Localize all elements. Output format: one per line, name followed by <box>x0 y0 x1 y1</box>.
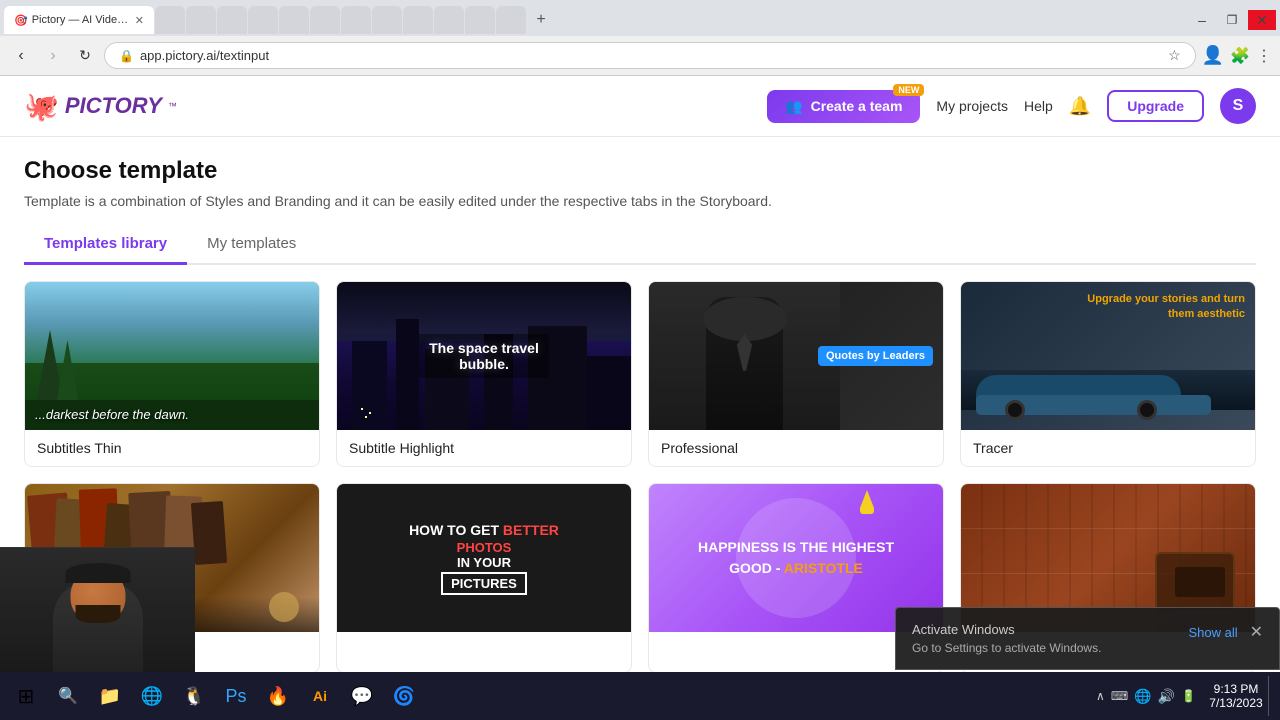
tab-my-templates[interactable]: My templates <box>187 225 316 263</box>
taskbar: ⊞ 🔍 📁 🌐 🐧 Ps 🔥 Ai 💬 🌀 ∧ ⌨ 🌐 🔊 🔋 9:13 PM … <box>0 672 1280 720</box>
win-notification-title: Activate Windows <box>912 622 1101 637</box>
tab-other-4[interactable] <box>248 6 278 34</box>
new-badge: NEW <box>893 84 924 96</box>
profile-icon[interactable]: 👤 <box>1202 45 1224 66</box>
template-label-subtitle-highlight: Subtitle Highlight <box>337 430 631 466</box>
url-text: app.pictory.ai/textinput <box>140 48 269 63</box>
template-thumb-subtitles-thin: ...darkest before the dawn. <box>25 282 319 430</box>
template-tabs: Templates library My templates <box>24 225 1256 265</box>
lock-icon: 🔒 <box>119 49 134 63</box>
reload-button[interactable]: ↻ <box>72 43 98 69</box>
tab-other-2[interactable] <box>186 6 216 34</box>
template-thumb-professional: Quotes by Leaders <box>649 282 943 430</box>
create-team-button[interactable]: 👥 Create a team NEW <box>767 90 920 123</box>
upgrade-button[interactable]: Upgrade <box>1107 90 1204 122</box>
extensions-icon[interactable]: 🧩 <box>1230 46 1250 66</box>
template-card-professional[interactable]: Quotes by Leaders Professional <box>648 281 944 467</box>
template-label-professional: Professional <box>649 430 943 466</box>
search-button[interactable]: 🔍 <box>48 676 88 716</box>
template-card-tracer[interactable]: Upgrade your stories and turn them aesth… <box>960 281 1256 467</box>
menu-button[interactable]: ⋮ <box>1256 46 1272 66</box>
pictory-logo[interactable]: 🐙 PICTORY ™ <box>24 90 177 123</box>
win-notification-body: Go to Settings to activate Windows. <box>912 641 1101 655</box>
template-label-subtitles-thin: Subtitles Thin <box>25 430 319 466</box>
template-thumb-tracer: Upgrade your stories and turn them aesth… <box>961 282 1255 430</box>
back-button[interactable]: ‹ <box>8 43 34 69</box>
bookmark-icon[interactable]: ☆ <box>1168 47 1181 64</box>
subtitles-thin-caption: ...darkest before the dawn. <box>35 407 189 422</box>
tray-sound[interactable]: 🔊 <box>1158 688 1175 705</box>
template-card-subtitle-highlight[interactable]: The space travelbubble. Subtitle Highlig… <box>336 281 632 467</box>
browser-chrome: 🎯 Pictory — AI Video C... ✕ + – ❐ ✕ ‹ › … <box>0 0 1280 76</box>
app-header: 🐙 PICTORY ™ 👥 Create a team NEW My proje… <box>0 76 1280 137</box>
tracer-caption: Upgrade your stories and turn them aesth… <box>1085 292 1245 323</box>
tab-other-11[interactable] <box>465 6 495 34</box>
page-subtitle: Template is a combination of Styles and … <box>24 193 1256 209</box>
show-desktop[interactable] <box>1268 676 1274 716</box>
taskbar-icon-terminal[interactable]: 🐧 <box>174 676 214 716</box>
forward-button[interactable]: › <box>40 43 66 69</box>
create-team-label: Create a team <box>811 98 903 114</box>
tab-other-12[interactable] <box>496 6 526 34</box>
tab-pictory[interactable]: 🎯 Pictory — AI Video C... ✕ <box>4 6 154 34</box>
notification-close[interactable]: ✕ <box>1250 622 1263 642</box>
taskbar-clock[interactable]: 9:13 PM 7/13/2023 <box>1206 682 1266 710</box>
template-label-youtube <box>337 632 631 672</box>
url-bar[interactable]: 🔒 app.pictory.ai/textinput ☆ <box>104 42 1196 69</box>
tab-other-1[interactable] <box>155 6 185 34</box>
webcam-overlay: ∧ <box>0 547 195 672</box>
taskbar-icon-fire[interactable]: 🔥 <box>258 676 298 716</box>
user-avatar[interactable]: S <box>1220 88 1256 124</box>
template-card-youtube[interactable]: HOW TO GET BETTER PHOTOS IN YOUR PICTURE… <box>336 483 632 673</box>
taskbar-icon-ai[interactable]: Ai <box>300 676 340 716</box>
taskbar-icon-files[interactable]: 📁 <box>90 676 130 716</box>
taskbar-icon-discord[interactable]: 💬 <box>342 676 382 716</box>
tray-battery[interactable]: 🔋 <box>1181 689 1196 703</box>
template-card-subtitles-thin[interactable]: ...darkest before the dawn. Subtitles Th… <box>24 281 320 467</box>
tab-other-9[interactable] <box>403 6 433 34</box>
tray-network[interactable]: 🌐 <box>1134 688 1151 705</box>
windows-notification: Activate Windows Go to Settings to activ… <box>895 607 1280 670</box>
team-icon: 👥 <box>785 98 802 115</box>
taskbar-icon-edge[interactable]: 🌀 <box>384 676 424 716</box>
window-minimize[interactable]: – <box>1188 10 1216 30</box>
tab-close[interactable]: ✕ <box>135 14 144 27</box>
tab-other-7[interactable] <box>341 6 371 34</box>
tab-other-5[interactable] <box>279 6 309 34</box>
quotes-by-leaders-badge: Quotes by Leaders <box>818 346 933 366</box>
start-button[interactable]: ⊞ <box>6 676 46 716</box>
taskbar-icon-ps[interactable]: Ps <box>216 676 256 716</box>
help-link[interactable]: Help <box>1024 98 1053 114</box>
logo-octopus-icon: 🐙 <box>24 90 59 123</box>
tab-templates-library[interactable]: Templates library <box>24 225 187 265</box>
tab-other-6[interactable] <box>310 6 340 34</box>
system-tray: ∧ ⌨ 🌐 🔊 🔋 <box>1088 688 1204 705</box>
tab-other-8[interactable] <box>372 6 402 34</box>
window-close[interactable]: ✕ <box>1248 10 1276 30</box>
page-title: Choose template <box>24 157 1256 185</box>
window-restore[interactable]: ❐ <box>1218 10 1246 30</box>
logo-text: PICTORY <box>65 93 162 119</box>
tray-keyboard[interactable]: ⌨ <box>1111 689 1128 703</box>
show-all-link[interactable]: Show all <box>1188 625 1237 640</box>
template-label-tracer: Tracer <box>961 430 1255 466</box>
my-projects-link[interactable]: My projects <box>936 98 1008 114</box>
tab-other-10[interactable] <box>434 6 464 34</box>
taskbar-icon-chrome[interactable]: 🌐 <box>132 676 172 716</box>
logo-tm: ™ <box>168 101 177 111</box>
tray-up-arrow[interactable]: ∧ <box>1096 689 1105 703</box>
tab-other-3[interactable] <box>217 6 247 34</box>
template-thumb-subtitle-highlight: The space travelbubble. <box>337 282 631 430</box>
notification-button[interactable]: 🔔 <box>1069 96 1091 117</box>
template-thumb-youtube: HOW TO GET BETTER PHOTOS IN YOUR PICTURE… <box>337 484 631 632</box>
new-tab-button[interactable]: + <box>527 6 555 34</box>
